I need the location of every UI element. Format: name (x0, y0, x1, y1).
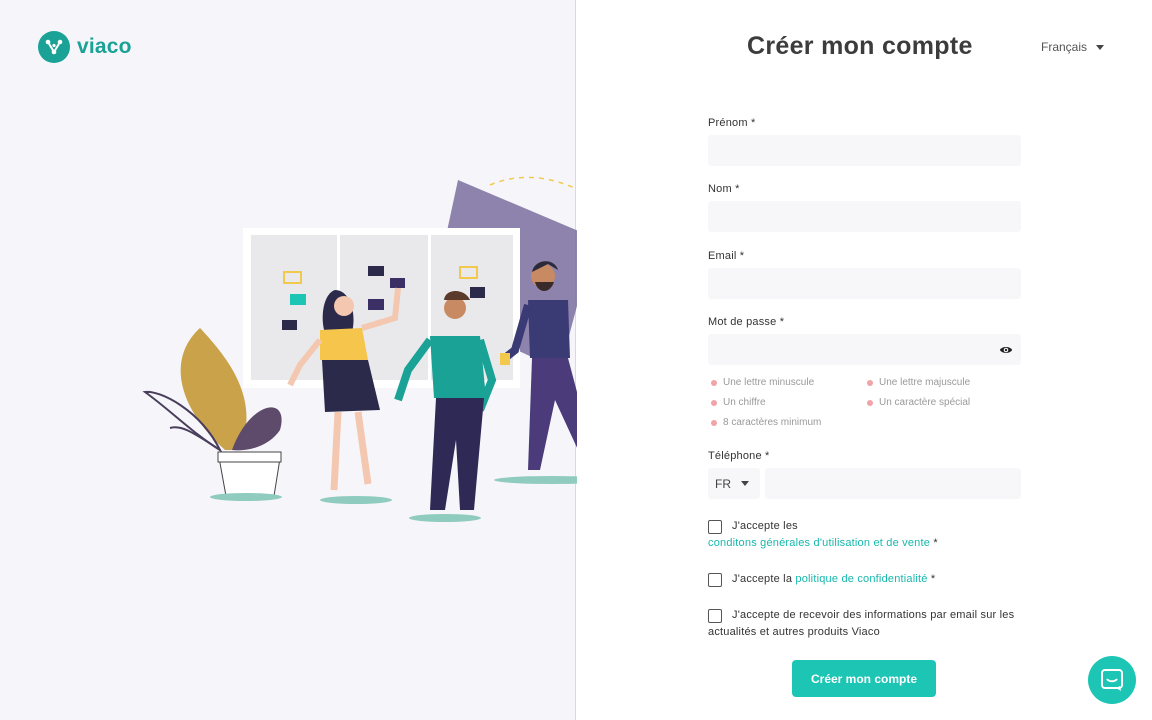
password-label: Mot de passe * (708, 316, 785, 328)
email-input[interactable] (708, 268, 1021, 299)
password-rule-text: Une lettre majuscule (879, 377, 971, 388)
password-rule-text: Un caractère spécial (879, 397, 971, 408)
password-rule-text: 8 caractères minimum (723, 417, 822, 428)
privacy-text: J'accepte la politique de confidentialit… (732, 571, 935, 588)
rule-status-dot (867, 399, 873, 406)
password-input[interactable] (708, 334, 1021, 365)
last-name-input[interactable] (708, 201, 1021, 232)
first-name-input[interactable] (708, 135, 1021, 166)
viaco-logo-text: viaco (77, 35, 132, 58)
phone-label: Téléphone * (708, 450, 770, 462)
password-rule: Une lettre minuscule (711, 377, 814, 388)
terms-link[interactable]: conditons générales d'utilisation et de … (708, 537, 930, 549)
rule-status-dot (867, 379, 873, 386)
newsletter-text: J'accepte de recevoir des informations p… (708, 609, 1015, 638)
phone-country-code: FR (715, 476, 731, 491)
last-name-label: Nom * (708, 183, 740, 195)
required-marker: * (927, 573, 936, 585)
team-whiteboard-illustration (142, 176, 620, 522)
password-rule: Une lettre majuscule (867, 377, 970, 388)
viaco-logo-icon (38, 31, 70, 63)
phone-input[interactable] (765, 468, 1021, 499)
chat-icon (1101, 669, 1123, 691)
language-label: Français (1041, 40, 1088, 54)
viaco-logo[interactable]: viaco (38, 31, 132, 63)
eye-icon[interactable] (999, 344, 1013, 356)
password-rule: Un chiffre (711, 397, 766, 408)
create-account-button[interactable]: Créer mon compte (792, 660, 936, 697)
terms-link-line: conditons générales d'utilisation et de … (708, 535, 938, 552)
password-rule-text: Un chiffre (723, 397, 766, 408)
password-rule-text: Une lettre minuscule (723, 377, 815, 388)
required-marker: * (930, 537, 938, 549)
page-title: Créer mon compte (747, 32, 973, 60)
password-rule: 8 caractères minimum (711, 417, 821, 428)
email-label: Email * (708, 250, 745, 262)
rule-status-dot (711, 379, 717, 386)
illustration-panel: viaco (0, 0, 620, 720)
rule-status-dot (711, 399, 717, 406)
terms-checkbox[interactable] (708, 520, 722, 534)
privacy-link[interactable]: politique de confidentialité (795, 573, 927, 585)
phone-country-select[interactable]: FR (708, 468, 760, 499)
privacy-prefix: J'accepte la (732, 573, 796, 585)
first-name-label: Prénom * (708, 117, 756, 129)
password-rule: Un caractère spécial (867, 397, 970, 408)
caret-down-icon (741, 481, 749, 486)
rule-status-dot (711, 419, 717, 426)
support-chat-button[interactable] (1088, 656, 1136, 704)
privacy-checkbox[interactable] (708, 573, 722, 587)
terms-text: J'accepte les (732, 520, 798, 532)
language-selector[interactable]: Français (1041, 40, 1105, 54)
caret-down-icon (1096, 44, 1105, 50)
